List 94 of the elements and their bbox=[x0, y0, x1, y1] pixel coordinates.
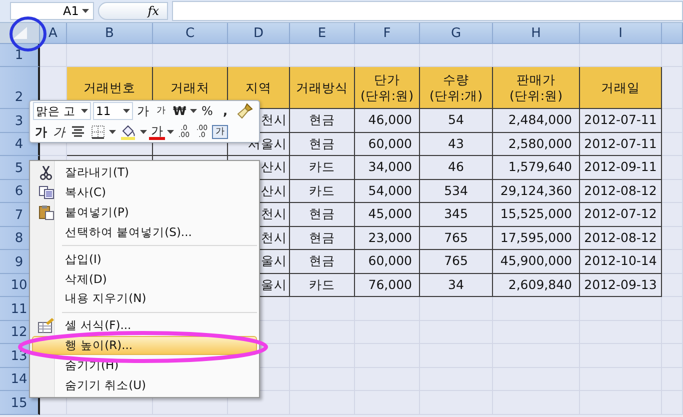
select-all-button[interactable] bbox=[0, 23, 40, 44]
column-title: 단가 (단위:원) bbox=[355, 67, 420, 109]
insert-function-button[interactable]: fx bbox=[98, 2, 168, 20]
table-cell: 54,000 bbox=[355, 180, 420, 203]
column-header[interactable]: D bbox=[228, 23, 290, 44]
table-cell: 23,000 bbox=[355, 226, 420, 250]
table-cell: 76,000 bbox=[355, 274, 420, 297]
table-cell: 60,000 bbox=[355, 132, 420, 156]
grid-cell bbox=[662, 67, 683, 109]
font-name-field[interactable]: 맑은 고 bbox=[33, 102, 91, 120]
table-cell: 2,609,840 bbox=[493, 274, 580, 297]
row-header[interactable]: 1 bbox=[0, 44, 40, 67]
clipboard-icon bbox=[38, 205, 54, 220]
row-header[interactable]: 15 bbox=[0, 391, 40, 414]
table-cell: 현금 bbox=[290, 109, 355, 132]
column-header[interactable]: B bbox=[67, 23, 153, 44]
column-title: 거래일 bbox=[580, 67, 662, 109]
table-cell: 46 bbox=[420, 156, 493, 180]
grid-cell bbox=[662, 203, 683, 226]
column-title: 거래방식 bbox=[290, 67, 355, 109]
formula-field[interactable] bbox=[172, 1, 683, 21]
table-cell: 2,484,000 bbox=[493, 109, 580, 132]
column-header[interactable]: C bbox=[153, 23, 228, 44]
table-cell: 2012-07-12 bbox=[580, 203, 662, 226]
grid-cell bbox=[228, 44, 290, 67]
table-cell: 17,595,000 bbox=[493, 226, 580, 250]
borders-icon bbox=[91, 125, 105, 139]
table-cell: 34,000 bbox=[355, 156, 420, 180]
column-header[interactable]: H bbox=[493, 23, 580, 44]
table-cell: 15,525,000 bbox=[493, 203, 580, 226]
merge-button[interactable]: 가 bbox=[212, 125, 228, 139]
table-cell: 2012-10-14 bbox=[580, 250, 662, 274]
scissors-icon bbox=[40, 166, 52, 180]
table-cell: 현금 bbox=[290, 203, 355, 226]
font-size-field[interactable]: 11 bbox=[93, 102, 133, 120]
center-align-icon bbox=[71, 126, 85, 138]
grid-cell bbox=[662, 274, 683, 297]
grid-cell bbox=[662, 109, 683, 132]
table-cell: 29,124,360 bbox=[493, 180, 580, 203]
table-cell: 현금 bbox=[290, 132, 355, 156]
column-title: 수량 (단위:개) bbox=[420, 67, 493, 109]
grid-cell bbox=[355, 297, 420, 320]
grid-cell bbox=[662, 180, 683, 203]
borders-button[interactable] bbox=[89, 123, 107, 141]
name-box[interactable]: A1 bbox=[10, 2, 94, 20]
grid-cell bbox=[290, 297, 355, 320]
table-cell: 1,579,640 bbox=[493, 156, 580, 180]
dropdown-caret-icon[interactable] bbox=[82, 9, 89, 13]
table-cell: 54 bbox=[420, 109, 493, 132]
table-cell: 534 bbox=[420, 180, 493, 203]
format-painter-button[interactable] bbox=[235, 102, 256, 120]
column-header[interactable]: G bbox=[420, 23, 493, 44]
column-header[interactable]: E bbox=[290, 23, 355, 44]
table-cell: 765 bbox=[420, 250, 493, 274]
brush-icon bbox=[237, 103, 254, 119]
table-cell: 카드 bbox=[290, 180, 355, 203]
table-cell: 카드 bbox=[290, 274, 355, 297]
table-cell: 현금 bbox=[290, 226, 355, 250]
grid-cell bbox=[290, 44, 355, 67]
grid-cell bbox=[662, 156, 683, 180]
copy-icon bbox=[38, 186, 54, 200]
table-cell: 34 bbox=[420, 274, 493, 297]
column-title: 판매가 (단위:원) bbox=[493, 67, 580, 109]
fill-color-button[interactable] bbox=[118, 123, 138, 141]
italic-button[interactable]: 가 bbox=[51, 123, 67, 141]
table-cell: 2012-08-12 bbox=[580, 180, 662, 203]
table-cell: 현금 bbox=[290, 250, 355, 274]
table-cell: 2,580,000 bbox=[493, 132, 580, 156]
font-color-button[interactable]: 가 bbox=[149, 124, 165, 140]
table-cell: 2012-07-11 bbox=[580, 109, 662, 132]
table-cell: 카드 bbox=[290, 156, 355, 180]
format-cells-icon bbox=[38, 318, 54, 334]
fill-bucket-icon bbox=[120, 124, 136, 140]
table-cell: 46,000 bbox=[355, 109, 420, 132]
grid-cell bbox=[662, 44, 683, 67]
table-cell: 345 bbox=[420, 203, 493, 226]
table-cell: 45,900,000 bbox=[493, 250, 580, 274]
table-cell: 2012-09-13 bbox=[580, 274, 662, 297]
column-header[interactable]: I bbox=[580, 23, 662, 44]
grid-cell bbox=[662, 297, 683, 320]
table-cell: 2012-09-11 bbox=[580, 156, 662, 180]
grid-cell bbox=[662, 226, 683, 250]
table-cell: 60,000 bbox=[355, 250, 420, 274]
table-cell: 45,000 bbox=[355, 203, 420, 226]
grid-cell bbox=[40, 44, 67, 67]
table-cell: 43 bbox=[420, 132, 493, 156]
column-header[interactable]: F bbox=[355, 23, 420, 44]
grid-cell bbox=[355, 44, 420, 67]
table-cell: 765 bbox=[420, 226, 493, 250]
grid-cell bbox=[662, 250, 683, 274]
grid-cell bbox=[662, 132, 683, 156]
table-cell: 2012-08-12 bbox=[580, 226, 662, 250]
table-cell: 2012-07-11 bbox=[580, 132, 662, 156]
triangle-icon bbox=[12, 27, 26, 39]
